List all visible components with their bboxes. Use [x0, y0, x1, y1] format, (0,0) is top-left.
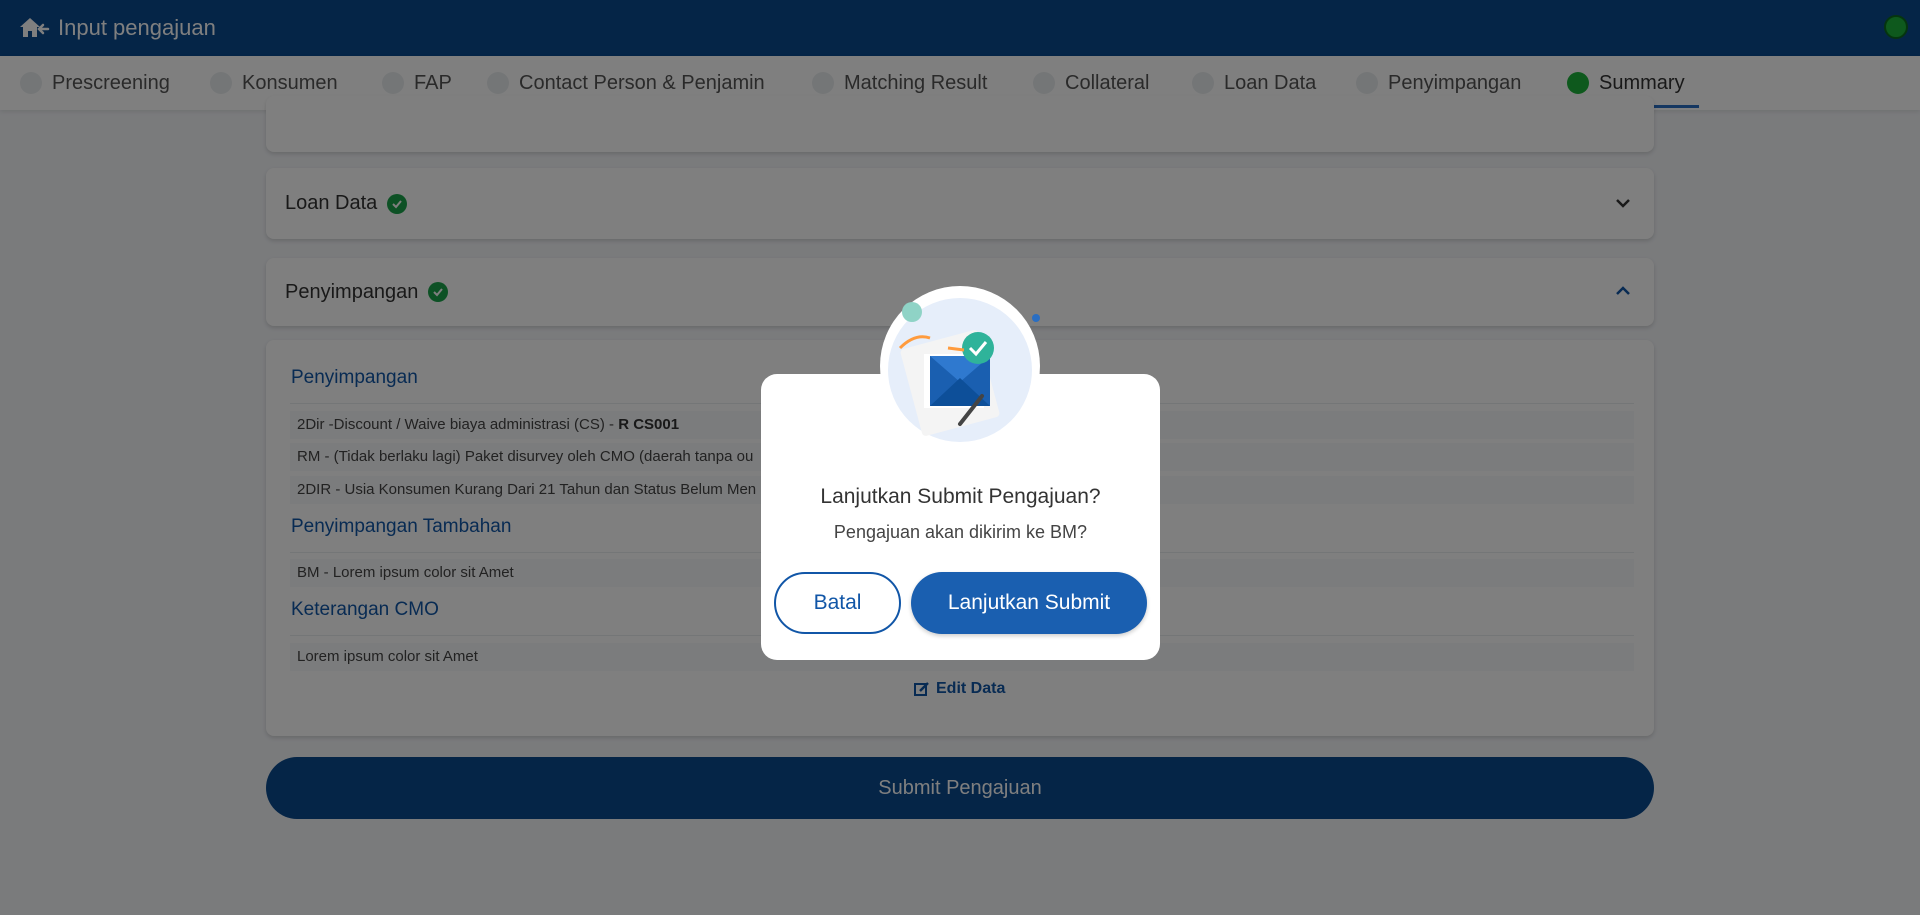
dialog-subtitle: Pengajuan akan dikirim ke BM?: [833, 522, 1088, 542]
dialog-title: Lanjutkan Submit Pengajuan?: [820, 485, 1101, 508]
envelope-illustration-icon: [880, 286, 1040, 446]
confirm-submit-button[interactable]: Lanjutkan Submit: [911, 572, 1147, 634]
cancel-button[interactable]: Batal: [774, 572, 901, 634]
